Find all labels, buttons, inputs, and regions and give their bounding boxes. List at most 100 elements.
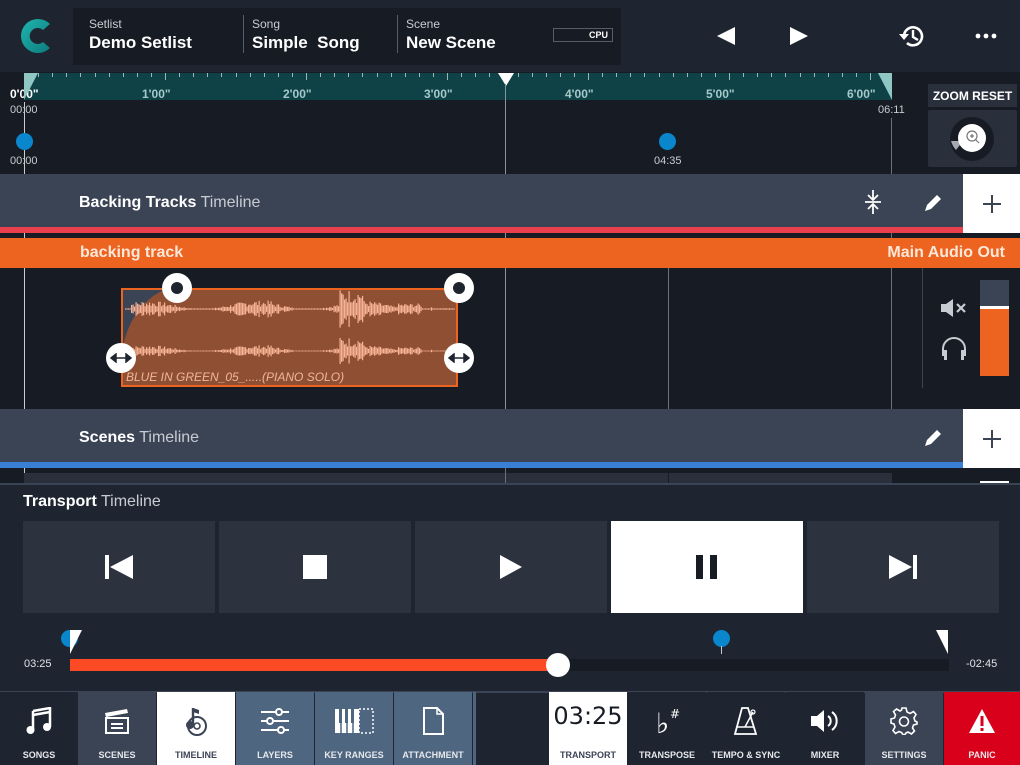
zoom-knob-container [928,110,1017,167]
ruler-tick [743,73,745,77]
more-options-button[interactable] [966,20,1006,52]
edit-scenes-button[interactable] [918,423,948,453]
ruler-tick [489,73,491,77]
pencil-icon [925,195,941,211]
nav-label: SCENES [98,750,136,760]
ruler-tick [235,73,237,77]
edit-backing-tracks-button[interactable] [918,188,948,218]
ruler-tick [348,73,350,77]
progress-bar[interactable] [70,659,949,671]
collapse-icon [865,190,881,214]
ruler-tick [757,73,759,77]
solo-headphones-button[interactable] [940,334,968,362]
ruler-tick [672,73,674,77]
nav-tempo-sync[interactable]: TEMPO & SYNC [707,692,785,765]
gear-icon [890,707,918,735]
clapperboard-icon [105,709,129,734]
ruler-tick [193,73,195,77]
ruler-tick [108,73,110,77]
fade-in-handle[interactable] [162,273,192,303]
ruler-label: 1'00" [142,87,171,101]
ruler-tick [263,73,265,77]
song-selector[interactable]: Song Simple Song [252,8,392,65]
track-output[interactable]: Main Audio Out [887,244,1005,262]
speaker-icon [811,710,838,732]
nav-attachment[interactable]: ATTACHMENT [394,692,472,765]
mute-button[interactable] [940,296,970,320]
zoom-reset-button[interactable]: ZOOM RESET [928,84,1017,107]
speaker-muted-icon [941,299,966,317]
more-options-icon [975,33,997,39]
ruler-tick [644,73,646,77]
divider [0,483,1020,485]
loop-end-flag[interactable] [936,630,948,654]
loop-start-marker[interactable] [24,73,38,100]
skip-to-start-button[interactable] [23,521,215,613]
nav-label: KEY RANGES [324,750,384,760]
zoom-knob[interactable] [928,110,1017,167]
nav-key-ranges[interactable]: KEY RANGES [315,692,393,765]
setlist-selector[interactable]: Setlist Demo Setlist [89,8,239,65]
playhead-handle[interactable] [498,73,514,86]
loop-start-flag[interactable] [70,630,82,654]
ruler-tick [616,73,618,77]
ruler-tick [136,73,138,77]
ruler-tick [179,73,181,77]
resize-horizontal-icon [448,353,470,363]
loop-end-marker[interactable] [878,73,892,100]
ruler-label: 3'00" [424,87,453,101]
nav-transpose[interactable]: ♭ # TRANSPOSE [628,692,706,765]
history-button[interactable] [892,18,932,54]
play-icon [500,555,522,579]
skip-to-end-button[interactable] [807,521,999,613]
ruler-tick [38,73,40,77]
marker-dot[interactable] [659,133,676,150]
nav-songs[interactable]: SONGS [0,692,78,765]
volume-fader-thumb[interactable] [980,305,1009,309]
lane-divider [922,268,923,388]
nav-transport[interactable]: 03:25 TRANSPORT [549,692,627,765]
add-scene-button[interactable] [963,409,1020,468]
stop-button[interactable] [219,521,411,613]
previous-song-button[interactable] [706,20,746,52]
nav-scenes[interactable]: SCENES [78,692,156,765]
nav-mixer[interactable]: MIXER [786,692,864,765]
ruler-tick [475,73,477,77]
nav-label: PANIC [968,750,996,760]
sliders-icon [261,708,289,734]
svg-text:#: # [670,707,680,721]
scene-selector[interactable]: Scene New Scene [406,8,546,65]
add-backing-track-button[interactable] [963,174,1020,233]
scene-label: Scene [406,17,441,31]
volume-fader[interactable] [980,280,1009,376]
play-button[interactable] [415,521,607,613]
setlist-value: Demo Setlist [89,33,192,52]
nav-panic[interactable]: PANIC [944,692,1020,765]
ruler-tick [432,73,434,77]
fade-out-handle[interactable] [444,273,474,303]
trim-start-handle[interactable] [106,343,136,373]
nav-label: SONGS [22,750,56,760]
ruler-tick [320,73,322,77]
ruler-tick [686,73,688,77]
nav-label: TRANSPORT [560,750,616,760]
pause-button[interactable] [611,521,803,613]
trim-end-handle[interactable] [444,343,474,373]
ruler-tick [150,73,152,77]
app-logo[interactable] [16,15,56,57]
nav-timeline[interactable]: TIMELINE [157,692,235,765]
ruler-tick [602,73,604,77]
progress-thumb[interactable] [545,653,570,677]
music-note-icon [26,707,52,734]
next-song-button[interactable] [779,20,819,52]
collapse-tracks-button[interactable] [858,187,888,217]
nav-settings[interactable]: SETTINGS [865,692,943,765]
ruler-tick [418,73,420,77]
transport-marker-dot[interactable] [713,630,730,647]
marker-dot[interactable] [16,133,33,150]
nav-layers[interactable]: LAYERS [236,692,314,765]
transport-clock: 03:25 [553,702,623,730]
nav-label: ATTACHMENT [402,750,464,760]
ruler-tick [461,73,463,77]
ruler-tick [630,73,632,77]
